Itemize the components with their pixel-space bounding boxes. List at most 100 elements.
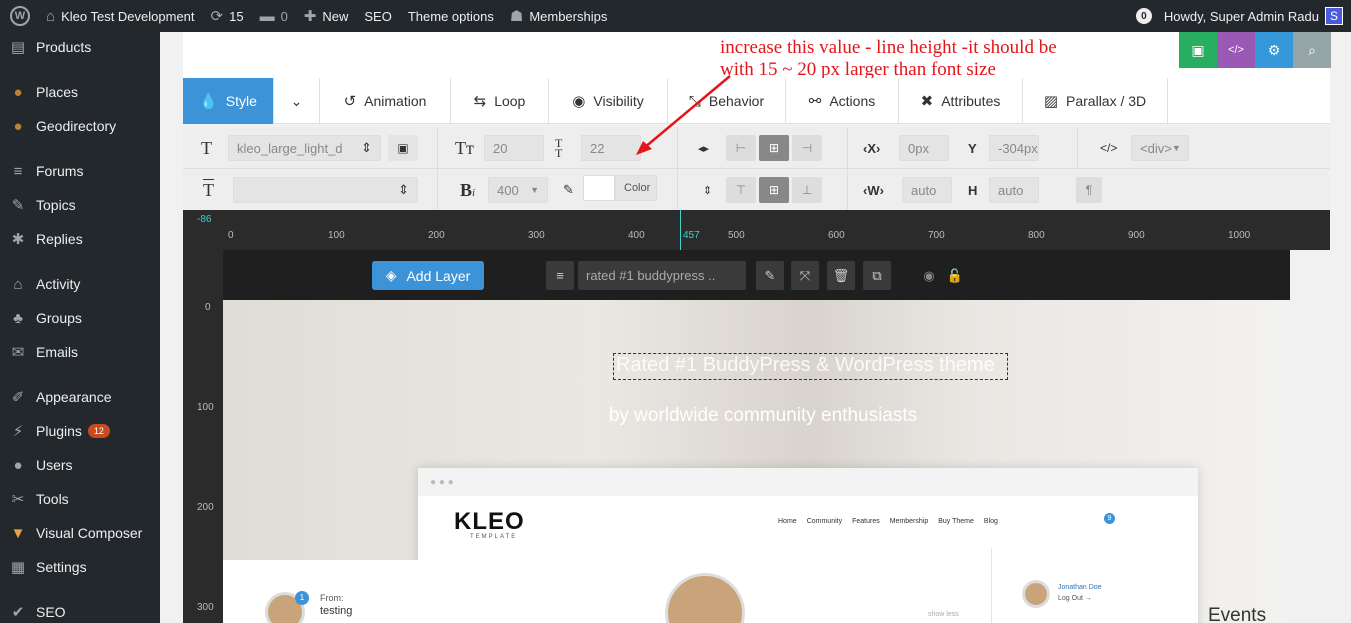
gear-icon: ⚙ [1267,41,1281,58]
site-name-link[interactable]: ⌂ Kleo Test Development [38,0,203,32]
lock-toggle[interactable]: 🔓 [941,261,969,290]
font-family-select[interactable]: ⇕ [233,177,418,203]
copy-icon: ⧉ [872,267,882,283]
ruler-tick: 0 [228,230,234,241]
theme-options-link[interactable]: Theme options [400,0,502,32]
tools-icon: ✂ [11,491,25,508]
y-position-input[interactable]: -304px [989,135,1039,161]
tab-animation[interactable]: ↺ Animation [320,78,451,124]
divider [1077,127,1078,169]
topics-icon: ✎ [11,197,25,214]
wordpress-logo-icon[interactable]: W [0,0,38,32]
edit-layer-button[interactable]: ✎ [756,261,784,290]
drop-icon: 💧 [199,93,218,110]
font-weight-select[interactable]: 400 ▼ [488,177,548,203]
sidebar-item-visual-composer[interactable]: ▼ Visual Composer [0,518,160,548]
slide-canvas[interactable]: Rated #1 BuddyPress & WordPress theme by… [223,300,1290,623]
comments-link[interactable]: ▬ 0 [252,0,296,32]
tab-loop[interactable]: ⇆ Loop [451,78,549,124]
browser-mockup-image: ● ● ● KLEO TEMPLATE Home Community Featu… [418,468,1198,623]
vertical-align-icon: ⇕ [703,184,713,197]
paragraph-button[interactable]: ¶ [1076,177,1102,203]
activity-icon: ⌂ [13,275,23,293]
seo-link[interactable]: SEO [356,0,399,32]
layer-name-input[interactable]: rated #1 buddypress .. [578,261,746,290]
settings-icon: ▦ [10,559,26,576]
memberships-link[interactable]: ☗ Memberships [502,0,615,32]
mockup-divider [991,548,992,623]
vertical-ruler: 0 100 200 300 [183,250,223,623]
ruler-tick: 200 [428,230,445,241]
howdy-user[interactable]: Howdy, Super Admin Radu [1164,9,1319,24]
eye-icon: ◉ [923,267,935,283]
sidebar-item-users[interactable]: ● Users [0,450,160,480]
cart-count-badge: 9 [1104,513,1115,524]
visibility-toggle[interactable]: ◉ [915,261,943,290]
divider [677,169,678,211]
sidebar-item-places[interactable]: ● Places [0,77,160,107]
tab-more-dropdown[interactable]: ⌄ [274,78,320,124]
sidebar-item-groups[interactable]: ♣ Groups [0,303,160,333]
delete-layer-button[interactable]: 🗑 [827,261,855,290]
settings-button[interactable]: ⚙ [1255,32,1293,68]
chevron-down-icon: ⌄ [290,92,303,109]
sidebar-item-seo[interactable]: ✔ SEO [0,597,160,623]
trash-icon: 🗑 [832,267,850,283]
ruler-tick: 500 [728,230,745,241]
align-top-button[interactable]: ⊤ [726,177,756,203]
visual-composer-icon: ▼ [10,524,26,542]
tab-style[interactable]: 💧 Style [183,78,274,124]
align-right-button[interactable]: ⊣ [792,135,822,161]
tab-attributes[interactable]: ✖ Attributes [899,78,1023,124]
color-picker-icon: ✎ [563,182,574,197]
height-input[interactable]: auto [989,177,1039,203]
sidebar-item-forums[interactable]: ≡ Forums [0,156,160,186]
sidebar-item-tools[interactable]: ✂ Tools [0,484,160,514]
notification-count[interactable]: 0 [1135,8,1152,24]
tab-actions[interactable]: ⚯ Actions [786,78,899,124]
font-style-select[interactable]: kleo_large_light_d ⇕ [228,135,381,161]
new-content-link[interactable]: ✚ New [296,0,357,32]
sidebar-item-settings[interactable]: ▦ Settings [0,552,160,582]
sidebar-item-products[interactable]: ▤ Products [0,32,160,62]
sidebar-item-plugins[interactable]: ⚡ Plugins 12 [0,416,160,446]
ruler-tick: 700 [928,230,945,241]
save-button[interactable]: ▣ [1179,32,1217,68]
width-input[interactable]: auto [902,177,952,203]
user-avatar[interactable]: S [1325,7,1343,25]
browser-dots: ● ● ● [418,468,1198,496]
add-layer-button[interactable]: ◈ Add Layer [372,261,484,290]
divider [437,169,438,211]
subtitle-text-layer[interactable]: by worldwide community enthusiasts [223,405,1290,427]
save-style-button[interactable]: ▣ [388,135,418,161]
sidebar-item-appearance[interactable]: ✐ Appearance [0,382,160,412]
tab-parallax[interactable]: ▨ Parallax / 3D [1023,78,1168,124]
copy-layer-button[interactable]: ⧉ [863,261,891,290]
search-button[interactable]: ⌕ [1293,32,1331,68]
annotation-arrow [636,75,731,155]
selected-text-layer[interactable]: Rated #1 BuddyPress & WordPress theme [613,353,1008,380]
align-center-button[interactable]: ⊞ [759,135,789,161]
layer-list-button[interactable]: ≡ [546,261,574,290]
annotation-note: increase this value - line height -it sh… [720,37,1057,80]
sidebar-item-activity[interactable]: ⌂ Activity [0,269,160,299]
x-position-input[interactable]: 0px [899,135,949,161]
sidebar-item-geodirectory[interactable]: ● Geodirectory [0,111,160,141]
align-middle-button[interactable]: ⊞ [759,177,789,203]
code-button[interactable]: </> [1217,32,1255,68]
sidebar-item-replies[interactable]: ✱ Replies [0,224,160,254]
profile-avatar [1022,580,1050,608]
updates-link[interactable]: ⟳ 15 [203,0,252,32]
html-tag-select[interactable]: <div> ▼ [1131,135,1189,161]
color-picker[interactable]: Color [583,175,657,201]
font-weight-icon: Bi [460,179,476,200]
sidebar-item-topics[interactable]: ✎ Topics [0,190,160,220]
sidebar-item-emails[interactable]: ✉ Emails [0,337,160,367]
places-icon: ● [13,83,23,101]
font-size-input[interactable]: 20 [484,135,544,161]
profile-logout: Log Out → [1058,595,1092,602]
duplicate-layer-button[interactable]: ⤧ [791,261,819,290]
y-position-label: Y [968,140,977,156]
align-bottom-button[interactable]: ⊥ [792,177,822,203]
ruler-tick: 800 [1028,230,1045,241]
